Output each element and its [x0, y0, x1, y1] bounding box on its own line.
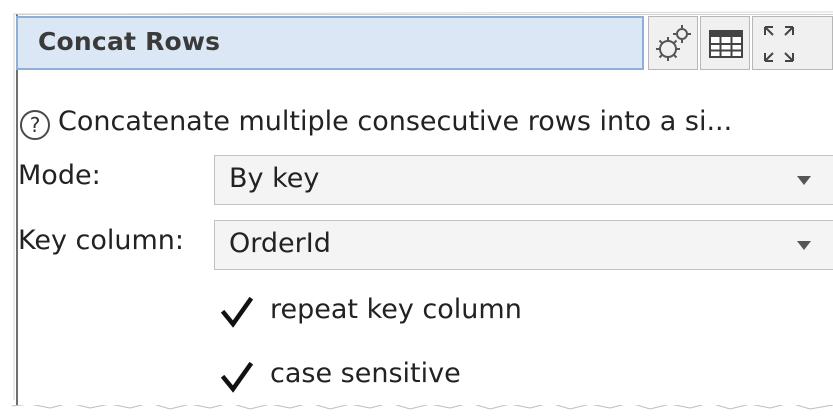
- table-icon: [709, 30, 743, 58]
- table-view-button[interactable]: [700, 16, 750, 70]
- panel-title: Concat Rows: [38, 27, 221, 56]
- key-column-dropdown[interactable]: OrderId: [214, 220, 833, 270]
- repeat-key-column-checkbox[interactable]: [219, 295, 255, 331]
- gear-icon: [656, 25, 691, 61]
- expand-icon: [764, 26, 794, 62]
- panel-title-bar[interactable]: Concat Rows: [16, 16, 644, 70]
- panel-description: Concatenate multiple consecutive rows in…: [58, 106, 733, 137]
- mode-dropdown-value: By key: [229, 163, 320, 194]
- case-sensitive-checkbox[interactable]: [219, 360, 255, 396]
- case-sensitive-label[interactable]: case sensitive: [270, 358, 461, 389]
- key-column-label: Key column:: [18, 225, 185, 256]
- help-icon[interactable]: ?: [20, 110, 50, 140]
- transform-panel: [16, 14, 833, 405]
- chevron-down-icon: [797, 241, 811, 250]
- mode-label: Mode:: [18, 160, 101, 191]
- chevron-down-icon: [797, 176, 811, 185]
- repeat-key-column-label[interactable]: repeat key column: [270, 294, 522, 325]
- key-column-dropdown-value: OrderId: [229, 228, 331, 259]
- settings-button[interactable]: [648, 16, 698, 70]
- mode-dropdown[interactable]: By key: [214, 155, 833, 205]
- maximize-button[interactable]: [752, 16, 833, 70]
